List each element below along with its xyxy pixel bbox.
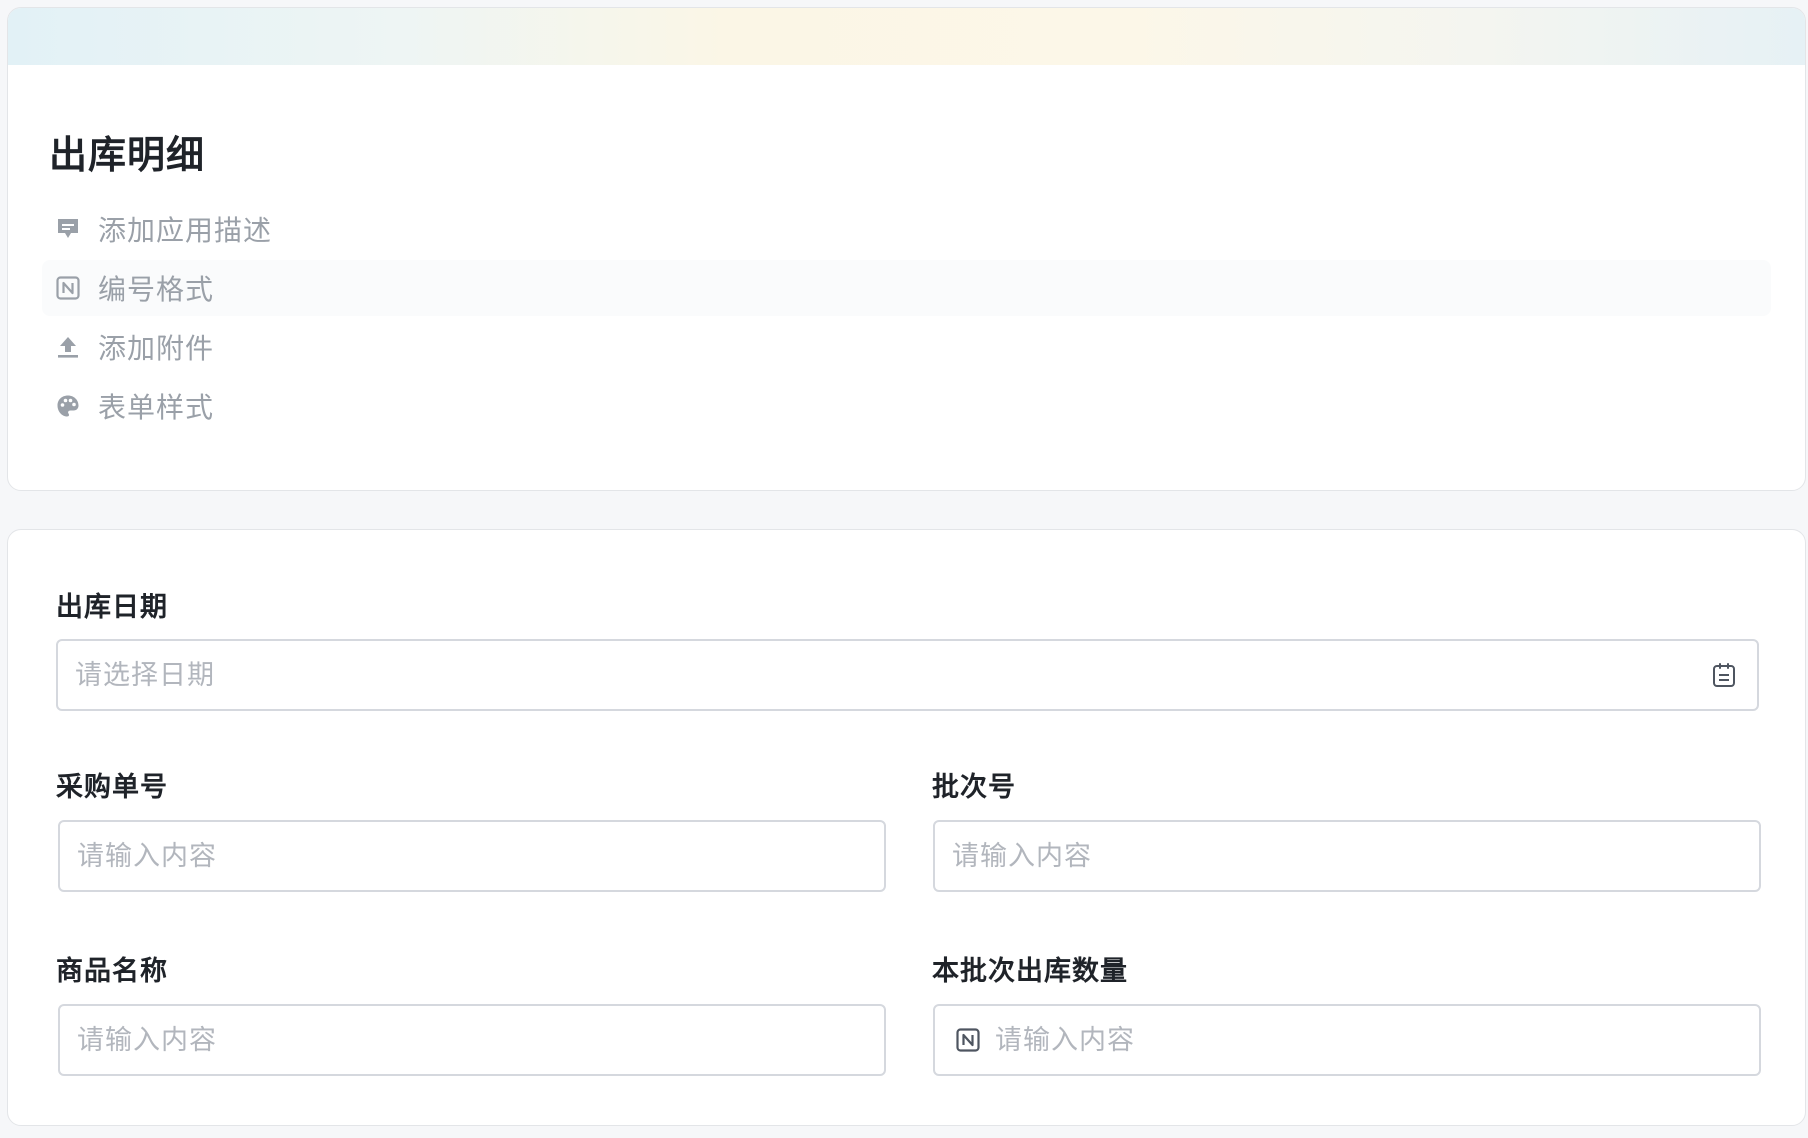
upload-icon <box>54 333 82 361</box>
outbound-date-field[interactable] <box>56 639 1759 711</box>
outbound-date-input[interactable] <box>58 641 1709 709</box>
product-name-field[interactable] <box>58 1004 886 1076</box>
outbound-date-label: 出库日期 <box>56 592 168 623</box>
form-style-label: 表单样式 <box>98 391 215 424</box>
batch-no-label: 批次号 <box>932 772 1016 803</box>
number-format-icon <box>54 274 82 302</box>
comment-icon <box>54 215 82 243</box>
add-attachment-button[interactable]: 添加附件 <box>42 319 1771 375</box>
product-name-input[interactable] <box>60 1006 884 1074</box>
purchase-no-field[interactable] <box>58 820 886 892</box>
add-description-button[interactable]: 添加应用描述 <box>42 201 1771 257</box>
batch-no-field[interactable] <box>933 820 1761 892</box>
number-format-button[interactable]: 编号格式 <box>42 260 1771 316</box>
product-name-label: 商品名称 <box>56 956 168 987</box>
batch-no-input[interactable] <box>935 822 1759 890</box>
purchase-no-input[interactable] <box>60 822 884 890</box>
header-banner <box>8 8 1805 65</box>
purchase-no-label: 采购单号 <box>56 772 168 803</box>
app-title[interactable]: 出库明细 <box>49 124 205 179</box>
batch-quantity-label: 本批次出库数量 <box>932 956 1128 987</box>
form-card: 出库日期 采购单号 批次号 商品名称 本批次出库数量 <box>7 529 1806 1126</box>
batch-quantity-field[interactable] <box>933 1004 1761 1076</box>
add-attachment-label: 添加附件 <box>98 332 215 365</box>
form-style-button[interactable]: 表单样式 <box>42 378 1771 434</box>
calendar-icon[interactable] <box>1709 660 1739 690</box>
add-description-label: 添加应用描述 <box>98 214 273 247</box>
app-header-card: 出库明细 添加应用描述 编号格式 添加附件 表单样式 <box>7 7 1806 491</box>
batch-quantity-input[interactable] <box>978 1006 1759 1074</box>
number-format-label: 编号格式 <box>98 273 215 306</box>
palette-icon <box>54 392 82 420</box>
